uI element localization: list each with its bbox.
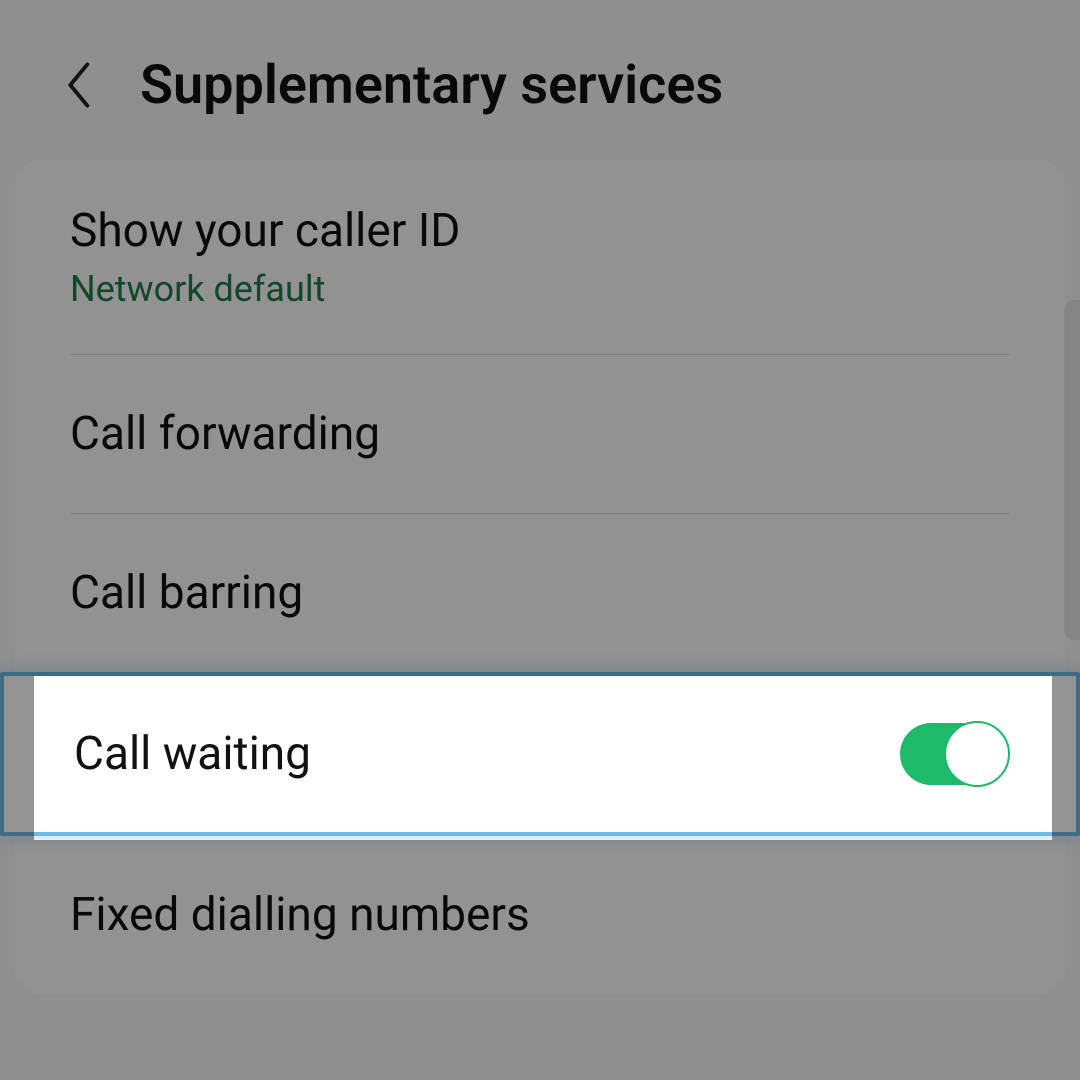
list-item-fixed-dialling[interactable]: Fixed dialling numbers bbox=[14, 836, 1066, 994]
item-subtitle: Network default bbox=[70, 268, 460, 310]
item-title: Call barring bbox=[70, 566, 303, 620]
item-title: Call forwarding bbox=[70, 407, 380, 461]
list-item-caller-id[interactable]: Show your caller ID Network default bbox=[14, 160, 1066, 354]
back-icon[interactable] bbox=[60, 65, 100, 105]
item-title: Call waiting bbox=[74, 727, 311, 781]
scrollbar[interactable] bbox=[1064, 300, 1080, 640]
item-title: Fixed dialling numbers bbox=[70, 888, 530, 942]
toggle-knob bbox=[944, 721, 1010, 787]
call-waiting-toggle[interactable] bbox=[900, 723, 1006, 785]
list-item-text: Fixed dialling numbers bbox=[70, 888, 530, 942]
list-item-text: Call waiting bbox=[74, 727, 311, 781]
screen: Supplementary services Show your caller … bbox=[0, 0, 1080, 1080]
list-item-call-forwarding[interactable]: Call forwarding bbox=[14, 355, 1066, 513]
list-item-call-waiting[interactable]: Call waiting bbox=[0, 672, 1080, 836]
list-item-call-barring[interactable]: Call barring bbox=[14, 514, 1066, 672]
app-header: Supplementary services bbox=[0, 0, 1080, 160]
page-title: Supplementary services bbox=[140, 54, 723, 117]
list-item-text: Call barring bbox=[70, 566, 303, 620]
settings-card: Show your caller ID Network default Call… bbox=[14, 160, 1066, 994]
list-item-text: Call forwarding bbox=[70, 407, 380, 461]
list-item-text: Show your caller ID Network default bbox=[70, 204, 460, 310]
item-title: Show your caller ID bbox=[70, 204, 460, 258]
